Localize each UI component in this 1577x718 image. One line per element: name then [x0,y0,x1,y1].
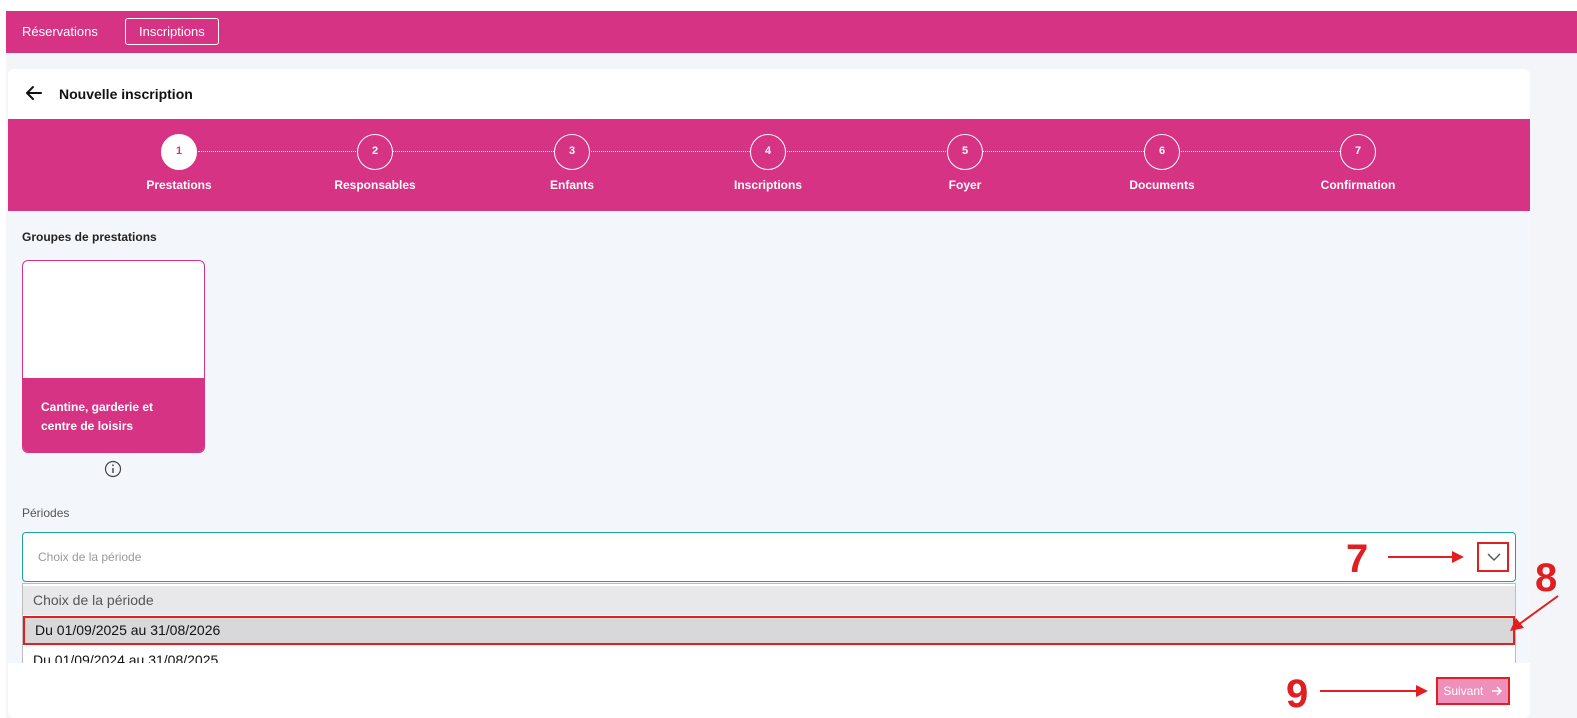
step-enfants[interactable]: 3 Enfants [502,134,642,192]
period-option-placeholder[interactable]: Choix de la période [23,586,1515,615]
step-number: 3 [554,134,590,170]
app-window: Réservations Inscriptions Nouvelle inscr… [0,0,1577,718]
nav-item-inscriptions[interactable]: Inscriptions [125,18,219,45]
step-label: Foyer [948,178,982,192]
annotation-marker-7: 7 [1346,537,1369,581]
step-number: 1 [161,134,197,170]
periods-label: Périodes [22,506,70,520]
step-number: 5 [947,134,983,170]
service-group-title: Cantine, garderie et centre de loisirs [41,400,154,433]
arrow-right-icon [1491,686,1502,696]
registration-card: Nouvelle inscription 1 Prestations 2 Res… [8,69,1530,718]
annotation-marker-9: 9 [1286,672,1309,716]
step-confirmation[interactable]: 7 Confirmation [1288,134,1428,192]
groups-heading: Groupes de prestations [22,230,157,244]
next-button[interactable]: Suivant [1436,677,1510,705]
step-documents[interactable]: 6 Documents [1092,134,1232,192]
period-select-toggle[interactable] [1477,542,1509,572]
info-circle-icon[interactable] [104,460,122,478]
step-number: 2 [357,134,393,170]
stepper: 1 Prestations 2 Responsables 3 Enfants 4… [8,119,1530,211]
step-foyer[interactable]: 5 Foyer [895,134,1035,192]
step-label: Prestations [146,178,212,192]
nav-item-reservations[interactable]: Réservations [22,18,98,45]
step-number: 4 [750,134,786,170]
next-button-label: Suivant [1443,684,1484,698]
step-label: Inscriptions [733,178,802,192]
period-select-placeholder: Choix de la période [38,550,142,564]
chevron-down-icon [1487,553,1501,561]
page-title: Nouvelle inscription [59,86,193,102]
step-responsables[interactable]: 2 Responsables [305,134,445,192]
step-number: 7 [1340,134,1376,170]
step-number: 6 [1144,134,1180,170]
step-label: Confirmation [1320,178,1396,192]
step-label: Enfants [549,178,594,192]
card-header: Nouvelle inscription [8,69,1530,119]
annotation-marker-8: 8 [1535,556,1558,600]
service-group-card-footer: Cantine, garderie et centre de loisirs [23,378,204,452]
arrow-left-icon[interactable] [24,83,44,103]
step-inscriptions[interactable]: 4 Inscriptions [698,134,838,192]
period-option-2025-2026[interactable]: Du 01/09/2025 au 31/08/2026 [23,616,1515,645]
step-label: Documents [1129,178,1195,192]
period-select[interactable]: Choix de la période [22,532,1516,582]
service-group-card[interactable]: Cantine, garderie et centre de loisirs [22,260,205,453]
step-prestations[interactable]: 1 Prestations [109,134,249,192]
top-nav: Réservations Inscriptions [6,11,1577,53]
step-label: Responsables [334,178,416,192]
